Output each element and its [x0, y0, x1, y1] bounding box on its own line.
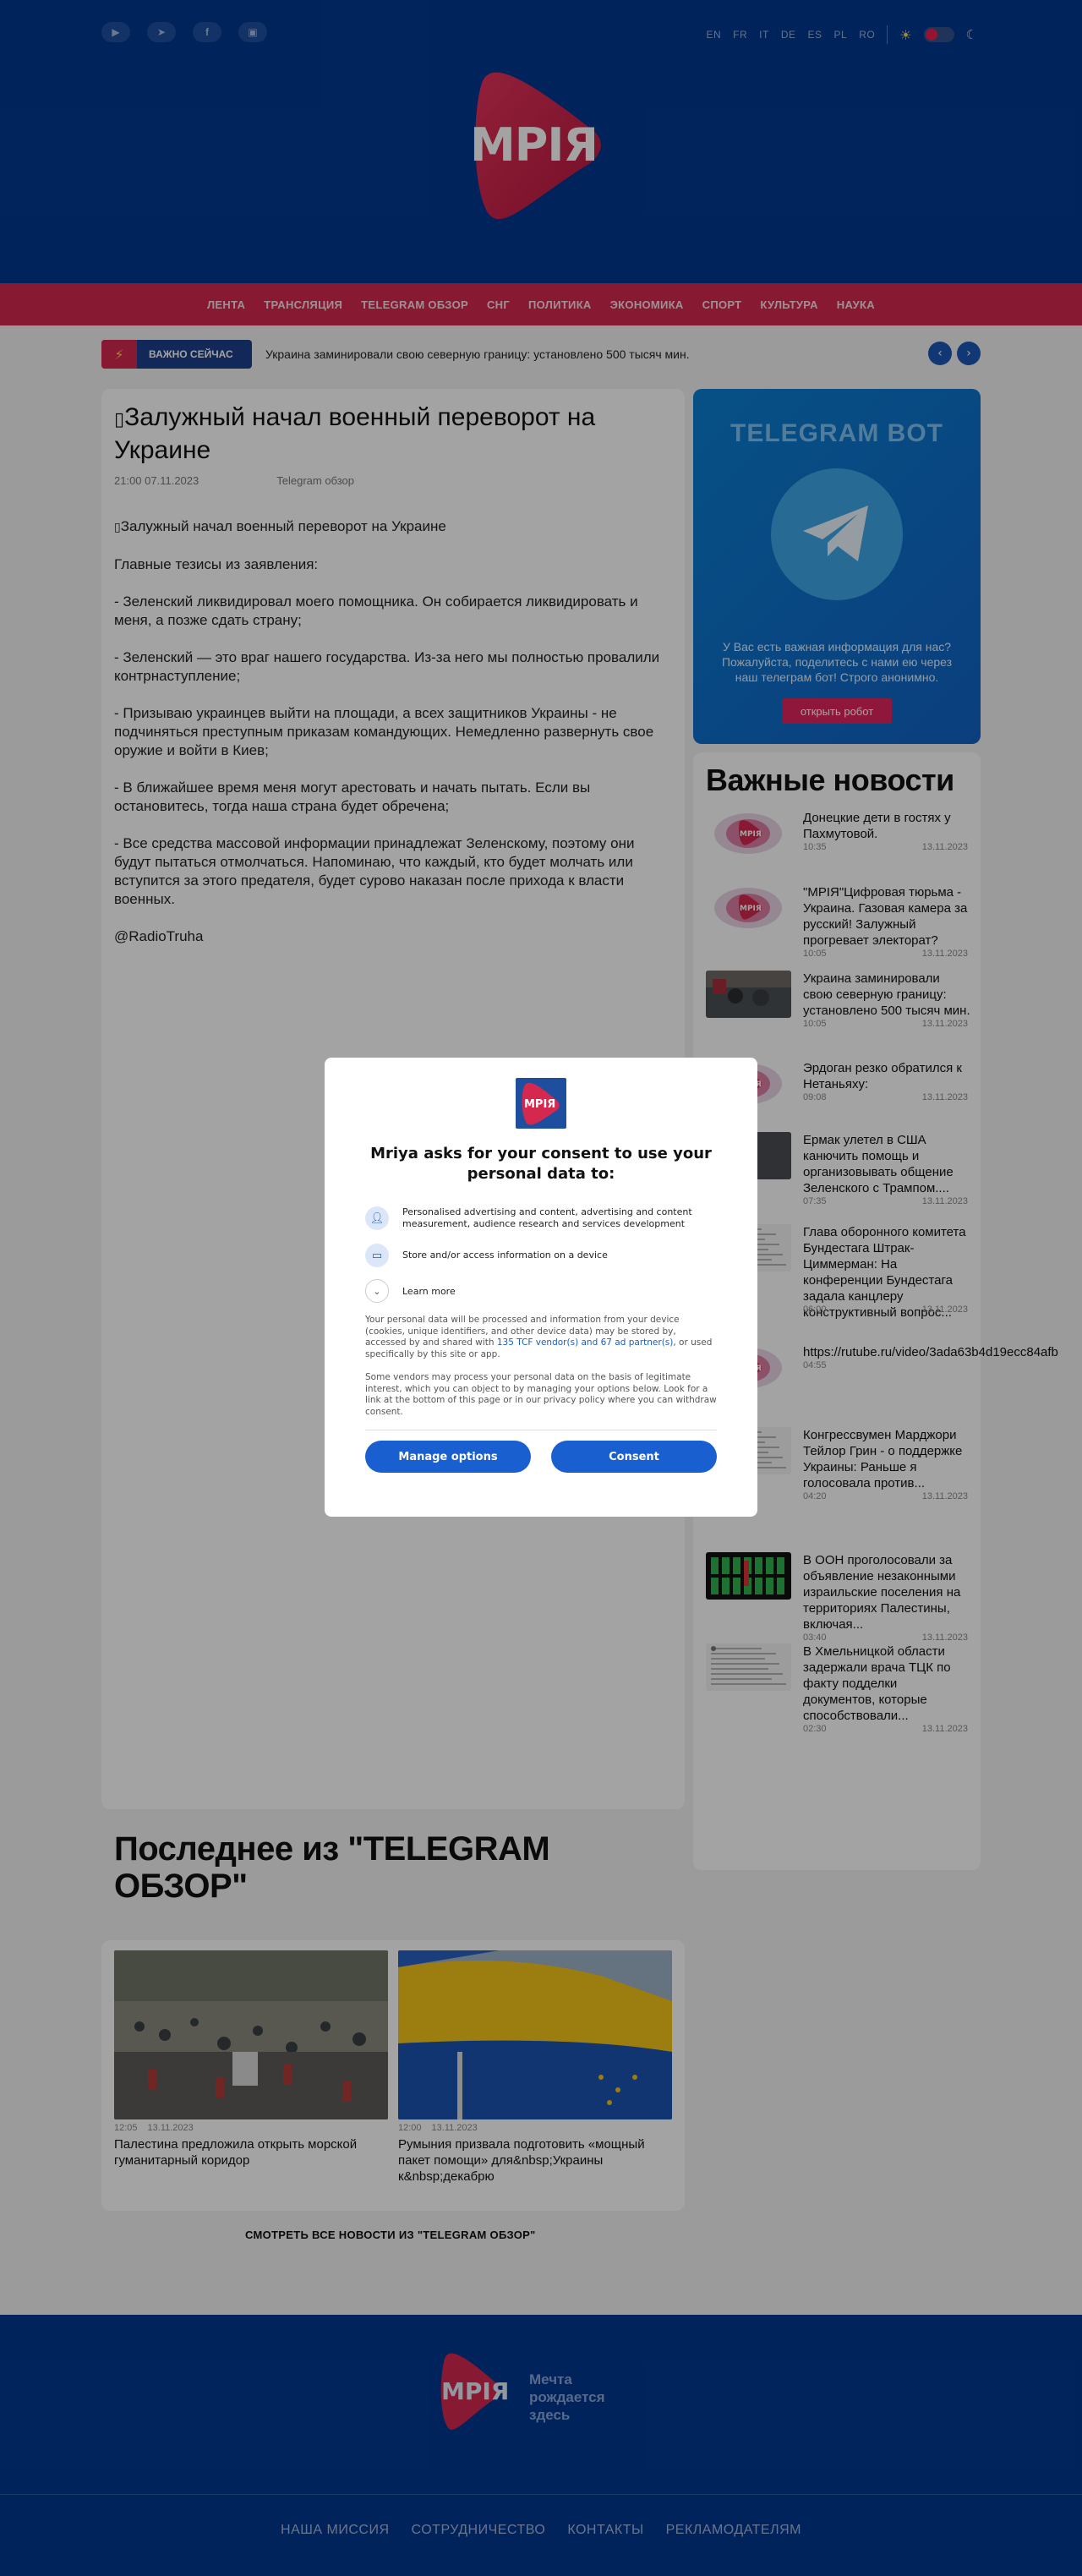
consent-text: Some vendors may process your personal d… — [365, 1372, 717, 1417]
manage-options-button[interactable]: Manage options — [365, 1441, 531, 1473]
consent-text: Your personal data will be processed and… — [365, 1315, 713, 1359]
consent-logo-text: МРІЯ — [524, 1098, 555, 1111]
person-icon: 👤︎ — [365, 1206, 389, 1230]
learn-more-toggle[interactable]: ⌄ Learn more — [365, 1279, 717, 1303]
consent-actions: Manage options Consent — [365, 1441, 717, 1473]
consent-purpose: ▭ Store and/or access information on a d… — [365, 1244, 717, 1267]
consent-dialog: МРІЯ Mriya asks for your consent to use … — [325, 1058, 757, 1517]
chevron-down-icon: ⌄ — [365, 1279, 389, 1303]
consent-title: Mriya asks for your consent to use your … — [370, 1145, 712, 1183]
consent-logo: МРІЯ — [516, 1078, 566, 1129]
consent-button[interactable]: Consent — [551, 1441, 717, 1473]
vendors-link[interactable]: 135 TCF vendor(s) and 67 ad partner(s) — [497, 1337, 673, 1348]
purpose-text: Store and/or access information on a dev… — [402, 1250, 608, 1261]
purpose-text: Personalised advertising and content, ad… — [402, 1206, 692, 1229]
consent-purpose: 👤︎ Personalised advertising and content,… — [365, 1206, 717, 1230]
learn-more-label: Learn more — [402, 1285, 456, 1297]
device-icon: ▭ — [365, 1244, 389, 1267]
